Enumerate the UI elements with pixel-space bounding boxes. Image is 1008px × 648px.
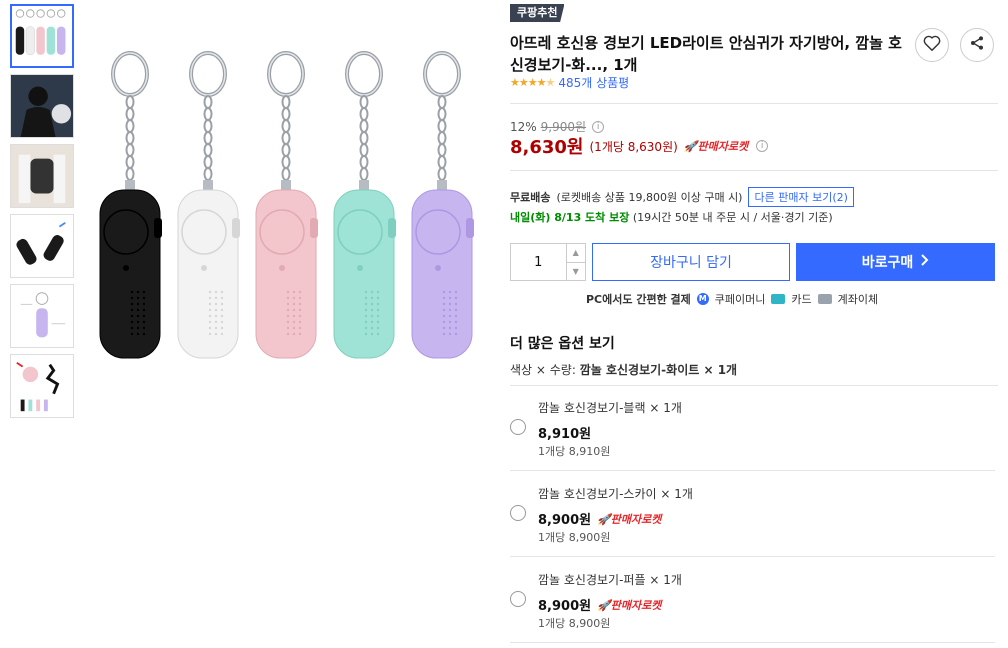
thumbnail-4[interactable] (10, 214, 74, 278)
seller-rocket-badge: 🚀판매자로켓 (597, 512, 662, 526)
arrival-detail: (19시간 50분 내 주문 시 / 서울·경기 기준) (632, 211, 833, 224)
product-info-panel: 쿠팡추천 아뜨레 호신용 경보기 LED라이트 안심귀가 자기방어, 깜놀 호신… (510, 0, 998, 648)
price-row: 8,630원 (1개당 8,630원) 🚀판매자로켓 i (510, 133, 769, 159)
seller-rocket-badge: 🚀판매자로켓 (597, 598, 662, 612)
card-label: 카드 (791, 293, 812, 306)
thumbnail-1[interactable] (10, 4, 74, 68)
option-name: 깜놀 호신경보기-스카이 × 1개 (538, 487, 693, 501)
final-price: 8,630원 (510, 137, 584, 158)
share-icon (969, 35, 985, 55)
unit-price: (1개당 8,630원) (589, 139, 678, 154)
option-name: 깜놀 호신경보기-블랙 × 1개 (538, 401, 682, 415)
divider (510, 103, 998, 104)
selected-option-line: 색상 × 수량: 깜놀 호신경보기-화이트 × 1개 (510, 361, 737, 378)
option-unit-price: 1개당 8,910원 (538, 445, 611, 458)
option-item-black[interactable]: 깜놀 호신경보기-블랙 × 1개 8,910원 1개당 8,910원 (510, 385, 995, 471)
recommend-badge: 쿠팡추천 (510, 4, 565, 22)
discount-rate: 12% (510, 119, 537, 134)
rocket-icon: 🚀 (597, 598, 611, 612)
pay-description: PC에서도 간편한 결제 (586, 293, 691, 306)
coupay-icon: M (696, 293, 709, 305)
thumbnail-5[interactable] (10, 284, 74, 348)
seller-rocket-badge: 🚀판매자로켓 (683, 140, 749, 153)
review-count-link[interactable]: 485개 상품평 (558, 74, 629, 91)
rocket-icon: 🚀 (597, 512, 611, 526)
star-rating: ★★★★★ (510, 76, 555, 89)
favorite-button[interactable] (915, 28, 949, 62)
info-icon[interactable]: i (592, 120, 605, 133)
free-shipping-label: 무료배송 (510, 191, 551, 204)
thumbnail-list (10, 4, 74, 424)
selected-option-prefix: 색상 × 수량: (510, 363, 576, 377)
thumbnail-6[interactable] (10, 354, 74, 418)
option-price: 8,900원 (538, 599, 592, 614)
main-product-image[interactable] (92, 40, 492, 370)
option-unit-price: 1개당 8,900원 (538, 531, 611, 544)
option-price-row: 8,900원 🚀판매자로켓 (538, 509, 662, 529)
arrival-row: 내일(화) 8/13 도착 보장 (19시간 50분 내 주문 시 / 서울·경… (510, 209, 833, 225)
payment-methods-row: PC에서도 간편한 결제 M 쿠페이머니 카드 계좌이체 (586, 291, 878, 307)
option-price-row: 8,910원 (538, 423, 591, 442)
option-name: 깜놀 호신경보기-퍼플 × 1개 (538, 573, 682, 587)
divider (510, 170, 998, 171)
alarm-device-4 (333, 51, 396, 359)
arrival-date: 내일(화) 8/13 도착 보장 (510, 211, 630, 224)
buy-now-label: 바로구매 (861, 255, 914, 271)
alarm-device-3 (255, 51, 318, 359)
option-item-purple[interactable]: 깜놀 호신경보기-퍼플 × 1개 8,900원 🚀판매자로켓 1개당 8,900… (510, 557, 995, 643)
quantity-stepper[interactable]: 1 ▲ ▼ (510, 243, 586, 281)
quantity-arrows: ▲ ▼ (565, 244, 586, 281)
rating-row: ★★★★★ 485개 상품평 (510, 74, 629, 91)
info-icon[interactable]: i (756, 140, 769, 152)
quantity-input[interactable]: 1 (511, 244, 566, 280)
quantity-down-button[interactable]: ▼ (567, 263, 586, 281)
add-to-cart-button[interactable]: 장바구니 담기 (592, 243, 790, 281)
option-radio[interactable] (510, 591, 526, 607)
buy-now-button[interactable]: 바로구매 (796, 243, 995, 281)
rocket-icon: 🚀 (683, 140, 698, 153)
option-item-sky[interactable]: 깜놀 호신경보기-스카이 × 1개 8,900원 🚀판매자로켓 1개당 8,90… (510, 471, 995, 557)
alarm-device-5 (411, 51, 474, 359)
bank-transfer-label: 계좌이체 (837, 293, 879, 306)
option-price-row: 8,900원 🚀판매자로켓 (538, 595, 662, 615)
option-radio[interactable] (510, 505, 526, 521)
selected-option-value: 깜놀 호신경보기-화이트 × 1개 (579, 363, 738, 377)
more-options-heading: 더 많은 옵션 보기 (510, 336, 615, 352)
shipping-condition: (로켓배송 상품 19,800원 이상 구매 시) (556, 191, 743, 204)
bank-transfer-icon (817, 294, 832, 304)
alarm-device-2 (177, 51, 240, 359)
option-price: 8,910원 (538, 427, 592, 442)
chevron-right-icon (921, 254, 929, 270)
card-icon (771, 294, 786, 304)
other-seller-button[interactable]: 다른 판매자 보기(2) (748, 187, 854, 207)
coupay-money-label: 쿠페이머니 (714, 293, 766, 306)
share-button[interactable] (960, 28, 994, 62)
heart-icon (923, 35, 941, 55)
option-radio[interactable] (510, 419, 526, 435)
alarm-device-1 (99, 51, 162, 359)
thumbnail-3[interactable] (10, 144, 74, 208)
product-title: 아뜨레 호신용 경보기 LED라이트 안심귀가 자기방어, 깜놀 호신경보기-화… (510, 34, 902, 74)
quantity-up-button[interactable]: ▲ (566, 244, 585, 263)
option-price: 8,900원 (538, 513, 592, 528)
option-unit-price: 1개당 8,900원 (538, 617, 611, 630)
shipping-row: 무료배송 (로켓배송 상품 19,800원 이상 구매 시) 다른 판매자 보기… (510, 187, 854, 207)
thumbnail-2[interactable] (10, 74, 74, 138)
